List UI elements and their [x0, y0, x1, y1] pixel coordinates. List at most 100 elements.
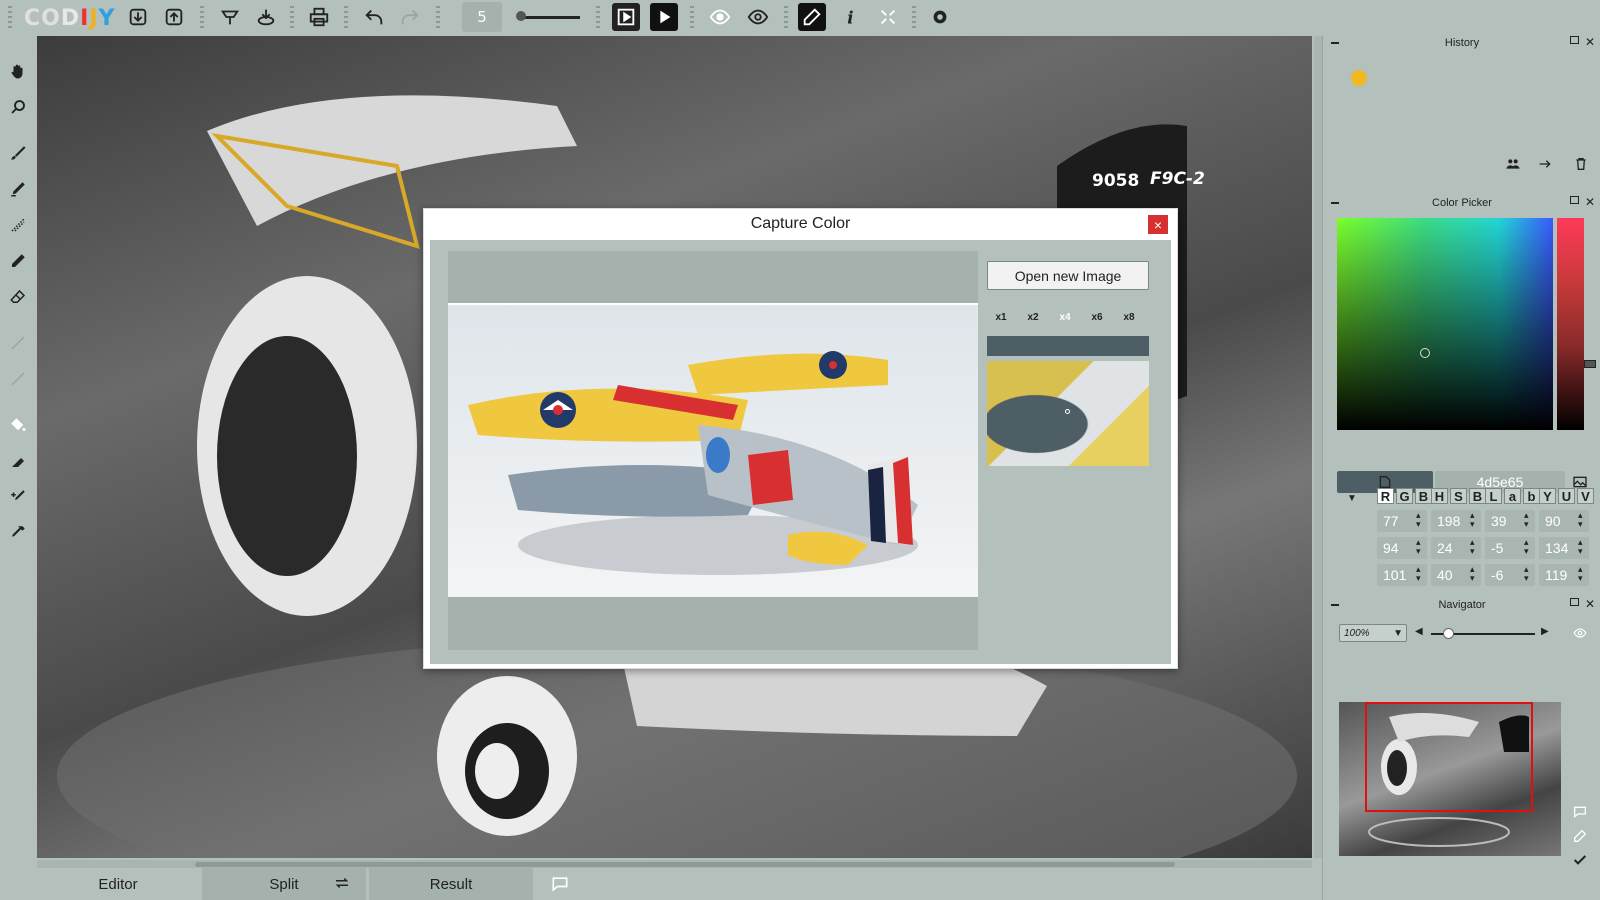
lab-a-input[interactable]: -5: [1485, 537, 1535, 559]
color-cursor[interactable]: [1420, 348, 1430, 358]
pattern-brush-icon[interactable]: [6, 213, 30, 237]
zoom-x1-button[interactable]: x1: [987, 307, 1015, 327]
channel-b[interactable]: B: [1415, 488, 1432, 504]
zoom-x4-button[interactable]: x4: [1051, 307, 1079, 327]
expand-arrow-icon[interactable]: ▼: [1347, 493, 1357, 504]
import-icon[interactable]: [124, 3, 152, 31]
zoom-x6-button[interactable]: x6: [1083, 307, 1111, 327]
smudge-icon[interactable]: [6, 331, 30, 355]
canvas-vertical-scrollbar[interactable]: [1314, 36, 1322, 858]
brush-size-slider[interactable]: [520, 16, 580, 19]
close-button[interactable]: ×: [1148, 215, 1168, 234]
tab-result[interactable]: Result: [369, 868, 533, 900]
settings-icon[interactable]: [926, 3, 954, 31]
tab-editor[interactable]: Editor: [36, 868, 200, 900]
hsb-b-input[interactable]: 40: [1431, 564, 1481, 586]
hand-icon[interactable]: [6, 59, 30, 83]
info-icon[interactable]: i: [836, 3, 864, 31]
navigator-thumbnail[interactable]: [1339, 702, 1561, 856]
people-icon[interactable]: [1503, 155, 1523, 173]
zoom-icon[interactable]: [6, 95, 30, 119]
zoom-out-icon[interactable]: ◀: [1415, 626, 1423, 637]
channel-v[interactable]: V: [1577, 488, 1594, 504]
yuv-v-input[interactable]: 119: [1539, 564, 1589, 586]
eraser-icon[interactable]: [6, 285, 30, 309]
eye-icon[interactable]: [706, 3, 734, 31]
fullscreen-icon[interactable]: [874, 3, 902, 31]
marker-icon[interactable]: [6, 177, 30, 201]
saturation-value-field[interactable]: [1337, 218, 1553, 430]
hsb-channel-group[interactable]: HSB: [1431, 488, 1488, 504]
rgb-channel-group[interactable]: RGB: [1377, 488, 1434, 504]
eye-settings-icon[interactable]: [744, 3, 772, 31]
preview-compare-icon[interactable]: [612, 3, 640, 31]
collapse-icon[interactable]: [1331, 202, 1339, 204]
lab-channel-group[interactable]: Lab: [1485, 488, 1542, 504]
hsb-s-input[interactable]: 24: [1431, 537, 1481, 559]
lab-b-input[interactable]: -6: [1485, 564, 1535, 586]
toolbar-grip[interactable]: [8, 6, 12, 28]
trash-icon[interactable]: [1571, 155, 1591, 173]
viewport-rectangle[interactable]: [1365, 702, 1533, 812]
channel-h[interactable]: H: [1431, 488, 1448, 504]
float-icon[interactable]: [1570, 598, 1579, 606]
brush-size-value[interactable]: 5: [462, 2, 502, 32]
channel-a[interactable]: a: [1504, 488, 1521, 504]
swap-icon[interactable]: [333, 874, 351, 892]
channel-hsb-b[interactable]: B: [1469, 488, 1486, 504]
channel-u[interactable]: U: [1558, 488, 1575, 504]
line-icon[interactable]: [6, 367, 30, 391]
close-icon[interactable]: ✕: [1585, 35, 1595, 49]
brush-icon[interactable]: [6, 141, 30, 165]
source-image[interactable]: [448, 303, 978, 597]
chat-icon[interactable]: [550, 874, 570, 894]
yuv-channel-group[interactable]: YUV: [1539, 488, 1596, 504]
fill-icon[interactable]: [6, 413, 30, 437]
export-icon[interactable]: [160, 3, 188, 31]
zoom-slider-knob[interactable]: [1443, 628, 1454, 639]
channel-y[interactable]: Y: [1539, 488, 1556, 504]
play-icon[interactable]: [650, 3, 678, 31]
print-icon[interactable]: [305, 3, 333, 31]
yuv-y-input[interactable]: 90: [1539, 510, 1589, 532]
lab-l-input[interactable]: 39: [1485, 510, 1535, 532]
stamp-icon[interactable]: [6, 449, 30, 473]
channel-g[interactable]: G: [1396, 488, 1413, 504]
edit-icon[interactable]: [1571, 827, 1589, 845]
recolor-icon[interactable]: [252, 3, 280, 31]
hsb-h-input[interactable]: 198: [1431, 510, 1481, 532]
channel-r[interactable]: R: [1377, 488, 1394, 504]
float-icon[interactable]: [1570, 36, 1579, 44]
channel-l[interactable]: L: [1485, 488, 1502, 504]
colorize-icon[interactable]: [216, 3, 244, 31]
eyedropper-icon[interactable]: [6, 521, 30, 545]
zoom-select[interactable]: 100% ▼: [1339, 624, 1407, 642]
rgb-g-input[interactable]: 94: [1377, 537, 1427, 559]
zoom-x2-button[interactable]: x2: [1019, 307, 1047, 327]
horizontal-scroll-thumb[interactable]: [195, 862, 1175, 867]
redo-icon[interactable]: [396, 3, 424, 31]
chat-icon[interactable]: [1571, 803, 1589, 821]
arrow-right-icon[interactable]: [1535, 155, 1555, 173]
undo-icon[interactable]: [360, 3, 388, 31]
hue-marker[interactable]: [1584, 360, 1596, 368]
pen-mode-icon[interactable]: [798, 3, 826, 31]
pencil-icon[interactable]: [6, 249, 30, 273]
collapse-icon[interactable]: [1331, 42, 1339, 44]
open-new-image-button[interactable]: Open new Image: [987, 261, 1149, 290]
hue-slider[interactable]: [1557, 218, 1584, 430]
rgb-b-input[interactable]: 101: [1377, 564, 1427, 586]
channel-s[interactable]: S: [1450, 488, 1467, 504]
float-icon[interactable]: [1570, 196, 1579, 204]
eye-icon[interactable]: [1571, 625, 1589, 641]
rgb-r-input[interactable]: 77: [1377, 510, 1427, 532]
checkmark-icon[interactable]: [1571, 851, 1589, 869]
history-state-dot[interactable]: [1351, 70, 1367, 86]
picker-plus-icon[interactable]: [6, 485, 30, 509]
channel-lab-b[interactable]: b: [1523, 488, 1540, 504]
close-icon[interactable]: ✕: [1585, 597, 1595, 611]
collapse-icon[interactable]: [1331, 604, 1339, 606]
zoom-in-icon[interactable]: ▶: [1541, 626, 1549, 637]
zoom-x8-button[interactable]: x8: [1115, 307, 1143, 327]
close-icon[interactable]: ✕: [1585, 195, 1595, 209]
